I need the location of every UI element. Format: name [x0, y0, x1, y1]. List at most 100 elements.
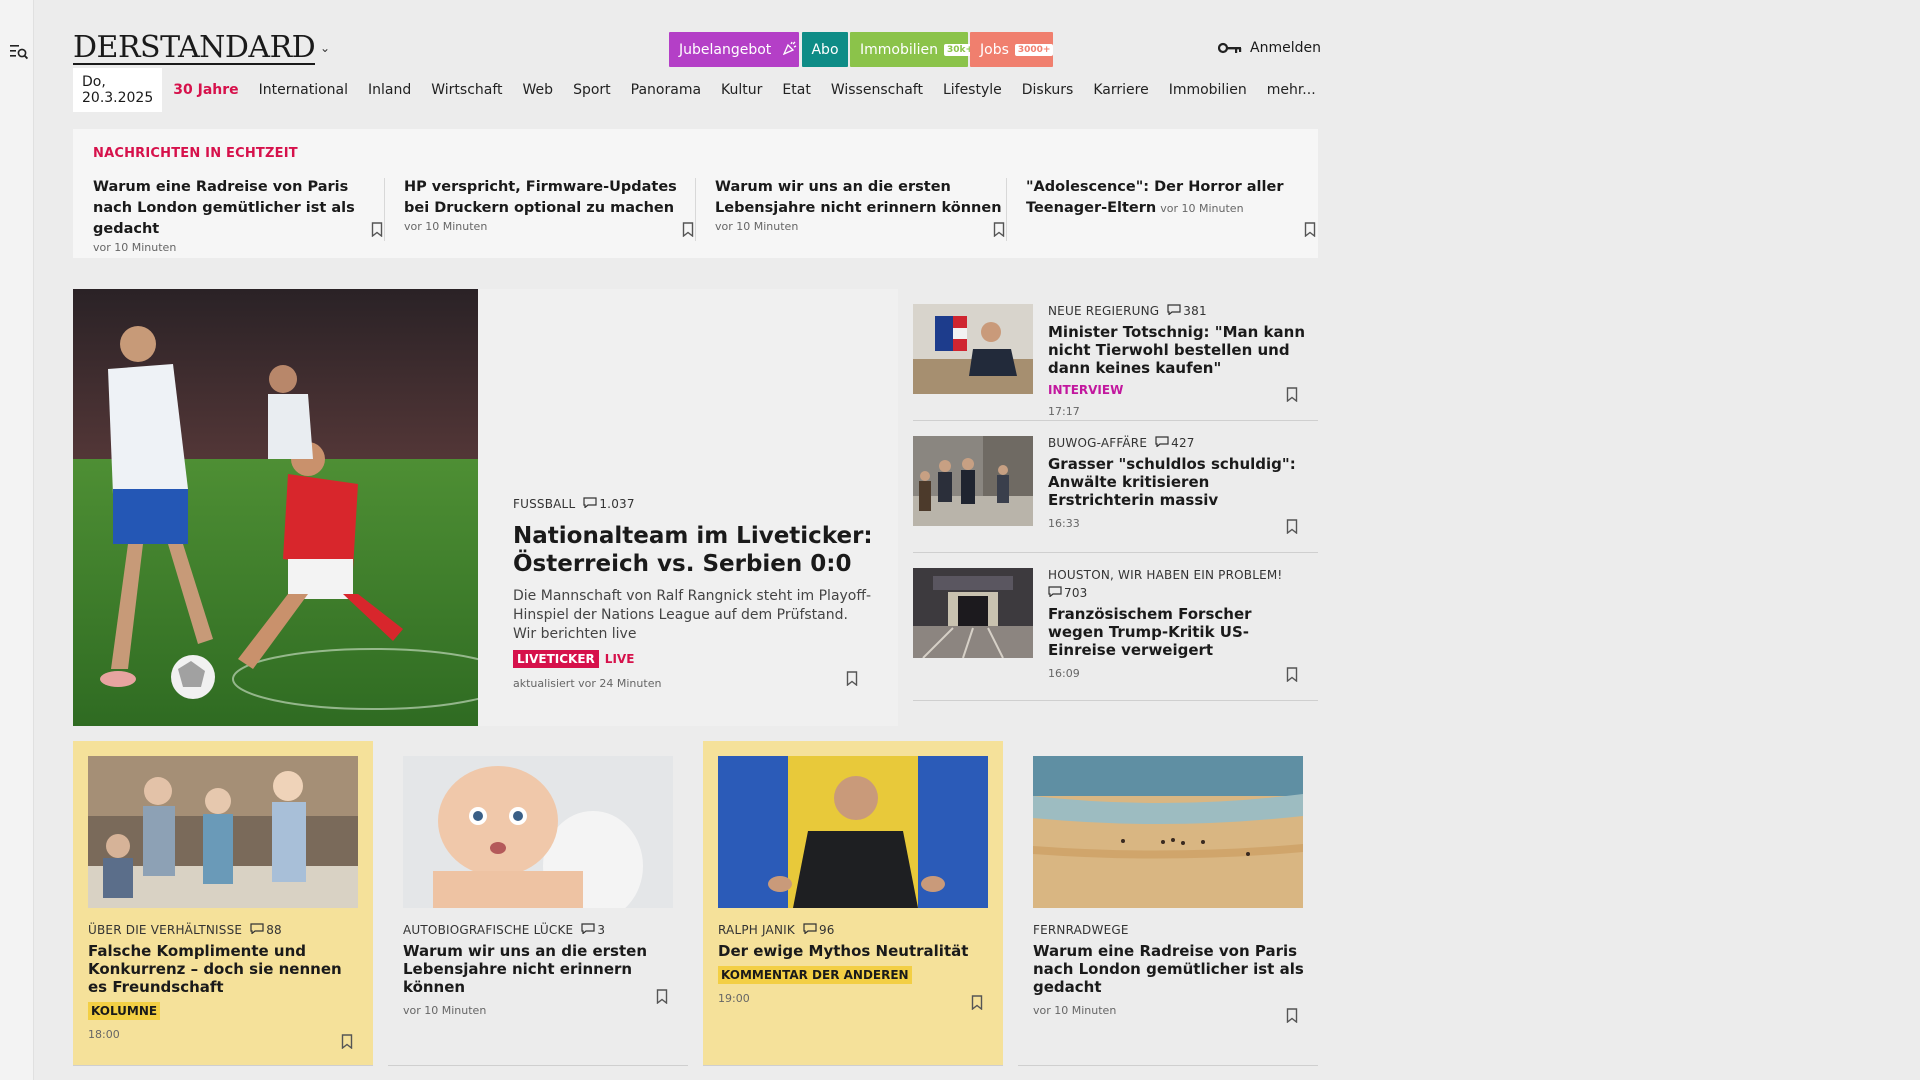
card-headline[interactable]: Warum eine Radreise von Paris nach Londo… — [1033, 942, 1308, 996]
realtime-headline[interactable]: Warum wir uns an die ersten Lebensjahre … — [715, 177, 1010, 219]
kicker-label: BUWOG-AFFÄRE — [1048, 436, 1148, 450]
article-card[interactable]: AUTOBIOGRAFISCHE LÜCKE 3 Warum wir uns a… — [388, 741, 688, 1066]
realtime-item[interactable]: Warum eine Radreise von Paris nach Londo… — [93, 177, 388, 254]
menu-search-icon[interactable] — [10, 44, 29, 60]
bookmark-icon[interactable] — [993, 222, 1005, 237]
card-headline[interactable]: Der ewige Mythos Neutralität — [718, 942, 993, 960]
bookmark-icon[interactable] — [1286, 1008, 1298, 1023]
card-image-beach-riders[interactable] — [1033, 756, 1303, 908]
card-time: 18:00 — [88, 1028, 120, 1041]
nav-item-international[interactable]: International — [259, 82, 348, 98]
bookmark-icon[interactable] — [682, 222, 694, 237]
comments-count[interactable]: 3 — [581, 923, 605, 937]
article-card-row: ÜBER DIE VERHÄLTNISSE 88 Falsche Komplim… — [73, 741, 1318, 1066]
card-image-zelensky[interactable] — [718, 756, 988, 908]
promo-label: Immobilien — [860, 41, 939, 58]
promo-jubelangebot[interactable]: Jubelangebot — [669, 32, 799, 67]
side-article[interactable]: BUWOG-AFFÄRE 427 Grasser "schuldlos schu… — [913, 421, 1318, 553]
comments-number: 96 — [818, 923, 835, 937]
side-article[interactable]: HOUSTON, WIR HABEN EIN PROBLEM! 703 Fran… — [913, 553, 1318, 701]
hero-image-football-match[interactable] — [73, 289, 514, 726]
comments-count[interactable]: 1.037 — [583, 497, 635, 511]
realtime-item[interactable]: Warum wir uns an die ersten Lebensjahre … — [715, 177, 1010, 237]
side-article[interactable]: NEUE REGIERUNG 381 Minister Totschnig: "… — [913, 289, 1318, 421]
card-time: 19:00 — [718, 992, 750, 1005]
comments-count[interactable]: 703 — [1048, 586, 1308, 600]
comment-icon — [250, 923, 266, 937]
card-image-friends-cafe[interactable] — [88, 756, 358, 908]
current-date: Do, 20.3.2025 — [73, 68, 163, 112]
kolumne-label: KOLUMNE — [88, 1002, 161, 1020]
thumbnail-airport-entrance[interactable] — [913, 568, 1033, 659]
chevron-down-icon[interactable]: ⌄ — [320, 41, 330, 55]
nav-item-diskurs[interactable]: Diskurs — [1022, 82, 1074, 98]
realtime-time: vor 10 Minuten — [1160, 202, 1244, 215]
promo-immobilien[interactable]: Immobilien 30k+ — [850, 32, 977, 67]
side-headline[interactable]: Minister Totschnig: "Man kann nicht Tier… — [1048, 323, 1308, 377]
card-kicker: AUTOBIOGRAFISCHE LÜCKE 3 — [403, 923, 678, 937]
nav-item-kultur[interactable]: Kultur — [721, 82, 762, 98]
bookmark-icon[interactable] — [1304, 222, 1316, 237]
nav-item-immobilien[interactable]: Immobilien — [1169, 82, 1247, 98]
nav-item-wissenschaft[interactable]: Wissenschaft — [831, 82, 923, 98]
realtime-headline[interactable]: HP verspricht, Firmware-Updates bei Druc… — [404, 177, 699, 219]
bookmark-icon[interactable] — [1286, 667, 1298, 682]
card-headline[interactable]: Falsche Komplimente und Konkurrenz – doc… — [88, 942, 363, 996]
nav-item-inland[interactable]: Inland — [368, 82, 411, 98]
side-headline[interactable]: Französischem Forscher wegen Trump-Kriti… — [1048, 605, 1308, 659]
nav-item-web[interactable]: Web — [523, 82, 554, 98]
site-logo[interactable]: DERSTANDARD — [73, 30, 316, 65]
card-text: FERNRADWEGE Warum eine Radreise von Pari… — [1033, 923, 1308, 1017]
hero-headline[interactable]: Nationalteam im Liveticker: Österreich v… — [513, 522, 873, 578]
realtime-headline[interactable]: "Adolescence": Der Horror aller Teenager… — [1026, 177, 1321, 219]
hero-article[interactable]: FUSSBALL 1.037 Nationalteam im Liveticke… — [73, 289, 898, 726]
hero-text: FUSSBALL 1.037 Nationalteam im Liveticke… — [513, 497, 873, 690]
card-time: vor 10 Minuten — [403, 1004, 487, 1017]
login-button[interactable]: Anmelden — [1217, 40, 1321, 56]
bookmark-icon[interactable] — [656, 989, 668, 1004]
thumbnail-minister-interview[interactable] — [913, 304, 1033, 394]
nav-item-wirtschaft[interactable]: Wirtschaft — [431, 82, 502, 98]
nav-item-etat[interactable]: Etat — [782, 82, 810, 98]
bookmark-icon[interactable] — [1286, 387, 1298, 402]
comments-count[interactable]: 427 — [1155, 436, 1195, 450]
side-time: 16:33 — [1048, 517, 1080, 530]
promo-abo[interactable]: Abo — [802, 32, 848, 67]
nav-item-panorama[interactable]: Panorama — [631, 82, 701, 98]
bookmark-icon[interactable] — [1286, 519, 1298, 534]
side-article-text: NEUE REGIERUNG 381 Minister Totschnig: "… — [1048, 304, 1308, 418]
article-card[interactable]: RALPH JANIK 96 Der ewige Mythos Neutrali… — [703, 741, 1003, 1066]
promo-jobs[interactable]: Jobs 3000+ — [970, 32, 1054, 67]
nav-item-lifestyle[interactable]: Lifestyle — [943, 82, 1002, 98]
promo-label: Abo — [811, 41, 839, 58]
bookmark-icon[interactable] — [341, 1034, 353, 1049]
kicker-label: NEUE REGIERUNG — [1048, 304, 1160, 318]
comments-count[interactable]: 381 — [1167, 304, 1207, 318]
side-headline[interactable]: Grasser "schuldlos schuldig": Anwälte kr… — [1048, 455, 1308, 509]
nav-item-more[interactable]: mehr... — [1267, 82, 1316, 98]
bookmark-icon[interactable] — [371, 222, 383, 237]
comments-count[interactable]: 88 — [250, 923, 282, 937]
card-headline[interactable]: Warum wir uns an die ersten Lebensjahre … — [403, 942, 678, 996]
bookmark-icon[interactable] — [846, 671, 858, 686]
realtime-headline[interactable]: Warum eine Radreise von Paris nach Londo… — [93, 177, 388, 240]
comments-number: 3 — [597, 923, 606, 937]
nav-item-karriere[interactable]: Karriere — [1093, 82, 1148, 98]
comment-icon — [1048, 586, 1064, 600]
nav-item-sport[interactable]: Sport — [573, 82, 611, 98]
bookmark-icon[interactable] — [971, 995, 983, 1010]
article-card[interactable]: FERNRADWEGE Warum eine Radreise von Pari… — [1018, 741, 1318, 1066]
article-card[interactable]: ÜBER DIE VERHÄLTNISSE 88 Falsche Komplim… — [73, 741, 373, 1066]
comment-icon — [583, 497, 599, 511]
realtime-item[interactable]: "Adolescence": Der Horror aller Teenager… — [1026, 177, 1321, 237]
comments-count[interactable]: 96 — [803, 923, 835, 937]
realtime-item[interactable]: HP verspricht, Firmware-Updates bei Druc… — [404, 177, 699, 237]
nav-item-30-jahre[interactable]: 30 Jahre — [173, 82, 238, 98]
thumbnail-court-people[interactable] — [913, 436, 1033, 526]
kicker-label: RALPH JANIK — [718, 923, 795, 937]
realtime-title: NACHRICHTEN IN ECHTZEIT — [93, 146, 298, 161]
realtime-time: vor 10 Minuten — [715, 220, 799, 233]
card-image-baby[interactable] — [403, 756, 673, 921]
column-divider — [1006, 178, 1007, 241]
card-kicker: FERNRADWEGE — [1033, 923, 1308, 937]
